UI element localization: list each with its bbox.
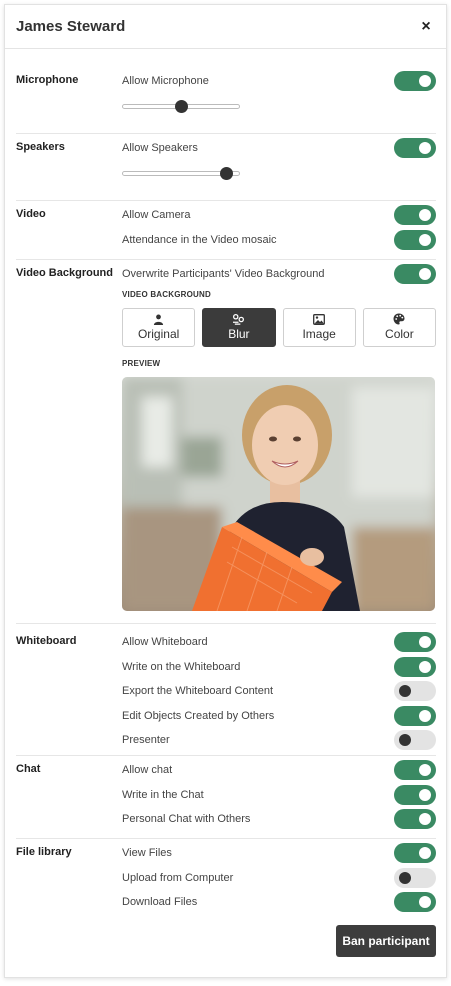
microphone-slider-thumb[interactable]: [174, 99, 188, 113]
microphone-volume-slider[interactable]: [122, 98, 240, 116]
write-whiteboard-row: Write on the Whiteboard: [122, 655, 436, 680]
video-label: Video: [16, 208, 46, 220]
whiteboard-section: Whiteboard Allow Whiteboard Write on the…: [16, 624, 436, 756]
background-blur-label: Blur: [228, 326, 250, 341]
presenter-row: Presenter: [122, 728, 436, 753]
video-section: Video Allow Camera Attendance in the Vid…: [16, 201, 436, 260]
edit-objects-row: Edit Objects Created by Others: [122, 704, 436, 729]
allow-microphone-row: Allow Microphone: [122, 69, 436, 94]
export-whiteboard-row: Export the Whiteboard Content: [122, 679, 436, 704]
allow-speakers-row: Allow Speakers: [122, 136, 436, 161]
edit-objects-label: Edit Objects Created by Others: [122, 709, 275, 722]
overwrite-background-label: Overwrite Participants' Video Background: [122, 268, 325, 281]
speakers-volume-slider[interactable]: [122, 165, 240, 183]
allow-chat-row: Allow chat: [122, 758, 436, 783]
allow-camera-toggle[interactable]: [394, 205, 436, 226]
chat-section: Chat Allow chat Write in the Chat Person…: [16, 756, 436, 839]
upload-files-label: Upload from Computer: [122, 871, 234, 884]
view-files-label: View Files: [122, 847, 172, 860]
person-icon: [154, 314, 164, 325]
speakers-slider-thumb[interactable]: [219, 166, 233, 180]
microphone-section: Microphone Allow Microphone: [16, 49, 436, 134]
allow-whiteboard-row: Allow Whiteboard: [122, 630, 436, 655]
panel-header: James Steward ×: [5, 5, 446, 49]
speakers-section: Speakers Allow Speakers: [16, 134, 436, 201]
participant-name: James Steward: [16, 18, 126, 35]
close-icon[interactable]: ×: [418, 18, 434, 36]
personal-chat-row: Personal Chat with Others: [122, 807, 436, 832]
overwrite-background-row: Overwrite Participants' Video Background: [122, 262, 436, 287]
video-mosaic-label: Attendance in the Video mosaic: [122, 233, 277, 246]
write-whiteboard-label: Write on the Whiteboard: [122, 660, 241, 673]
view-files-toggle[interactable]: [394, 843, 436, 864]
personal-chat-toggle[interactable]: [394, 809, 436, 830]
export-whiteboard-label: Export the Whiteboard Content: [122, 685, 274, 698]
video-preview-image: [122, 376, 435, 611]
allow-camera-row: Allow Camera: [122, 203, 436, 228]
write-chat-label: Write in the Chat: [122, 788, 204, 801]
allow-microphone-toggle[interactable]: [394, 71, 436, 92]
image-icon: [313, 313, 326, 325]
presenter-toggle[interactable]: [394, 730, 436, 751]
allow-chat-label: Allow chat: [122, 764, 173, 777]
participant-settings-panel: James Steward × Microphone Allow Microph…: [4, 4, 447, 978]
overwrite-background-toggle[interactable]: [394, 264, 436, 285]
blur-icon: [233, 313, 245, 325]
chat-label: Chat: [16, 763, 41, 775]
microphone-label: Microphone: [16, 74, 79, 86]
video-mosaic-row: Attendance in the Video mosaic: [122, 228, 436, 253]
presenter-label: Presenter: [122, 734, 170, 747]
video-background-label: Video Background: [16, 267, 113, 279]
ban-participant-button[interactable]: Ban participant: [336, 925, 436, 957]
write-whiteboard-toggle[interactable]: [394, 656, 436, 677]
export-whiteboard-toggle[interactable]: [394, 681, 436, 702]
file-library-label: File library: [16, 846, 72, 858]
speakers-label: Speakers: [16, 141, 65, 153]
background-options: Original Blur Image Color: [122, 307, 436, 347]
palette-icon: [393, 313, 405, 325]
background-blur-button[interactable]: Blur: [202, 307, 276, 347]
view-files-row: View Files: [122, 841, 436, 866]
whiteboard-label: Whiteboard: [16, 635, 77, 647]
personal-chat-label: Personal Chat with Others: [122, 813, 251, 826]
video-mosaic-toggle[interactable]: [394, 229, 436, 250]
background-color-button[interactable]: Color: [362, 307, 436, 347]
preview-photo: [122, 376, 435, 611]
download-files-label: Download Files: [122, 896, 198, 909]
background-color-label: Color: [385, 327, 414, 341]
preview-heading: PREVIEW: [122, 358, 161, 368]
allow-camera-label: Allow Camera: [122, 209, 191, 222]
allow-microphone-label: Allow Microphone: [122, 75, 209, 88]
upload-files-row: Upload from Computer: [122, 866, 436, 891]
video-background-section: Video Background Overwrite Participants'…: [16, 260, 436, 624]
allow-speakers-label: Allow Speakers: [122, 142, 198, 155]
background-image-button[interactable]: Image: [282, 307, 356, 347]
allow-speakers-toggle[interactable]: [394, 138, 436, 159]
download-files-row: Download Files: [122, 890, 436, 915]
edit-objects-toggle[interactable]: [394, 705, 436, 726]
allow-whiteboard-label: Allow Whiteboard: [122, 636, 208, 649]
write-chat-row: Write in the Chat: [122, 783, 436, 808]
allow-chat-toggle[interactable]: [394, 760, 436, 781]
write-chat-toggle[interactable]: [394, 784, 436, 805]
background-original-label: Original: [137, 326, 180, 341]
download-files-toggle[interactable]: [394, 892, 436, 913]
upload-files-toggle[interactable]: [394, 867, 436, 888]
background-image-label: Image: [302, 326, 336, 341]
background-original-button[interactable]: Original: [122, 307, 196, 347]
allow-whiteboard-toggle[interactable]: [394, 632, 436, 653]
video-background-heading: VIDEO BACKGROUND: [122, 289, 211, 299]
file-library-section: File library View Files Upload from Comp…: [16, 839, 436, 919]
